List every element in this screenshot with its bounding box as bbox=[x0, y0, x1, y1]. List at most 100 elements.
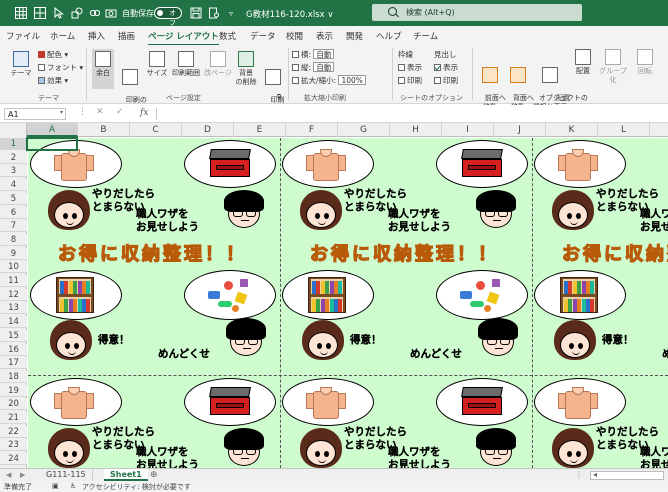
align-button[interactable]: 配置 bbox=[573, 49, 593, 76]
worksheet[interactable]: A B C D E F G H I J K L 1 2 3 4 5 6 7 8 9 10 11 12 1… bbox=[0, 123, 668, 468]
file-name[interactable]: G教材116-120.xlsx ∨ bbox=[246, 8, 334, 20]
row-header-8[interactable]: 8 bbox=[0, 233, 27, 246]
column-header-e[interactable]: E bbox=[234, 123, 286, 137]
name-box[interactable]: A1 bbox=[4, 108, 66, 120]
row-header-14[interactable]: 14 bbox=[0, 316, 27, 329]
namebox-dropdown-icon[interactable]: ▾ bbox=[60, 109, 63, 116]
add-sheet-icon[interactable]: ⊕ bbox=[150, 470, 158, 480]
page-setup-launcher-icon[interactable]: ⧉ bbox=[277, 93, 281, 101]
themes-button[interactable]: テーマ bbox=[8, 51, 34, 78]
tab-view[interactable]: 表示 bbox=[316, 30, 333, 42]
row-header-21[interactable]: 21 bbox=[0, 412, 27, 424]
row-header-22[interactable]: 22 bbox=[0, 425, 27, 438]
tab-developer[interactable]: 開発 bbox=[346, 30, 363, 42]
column-header-h[interactable]: H bbox=[390, 123, 442, 137]
scroll-left-icon[interactable]: ◂ bbox=[593, 470, 597, 479]
row-header-11[interactable]: 11 bbox=[0, 275, 27, 287]
fonts-button[interactable]: フォント ▾ bbox=[38, 62, 83, 73]
row-header-15[interactable]: 15 bbox=[0, 329, 27, 342]
group-objects-button[interactable]: グループ化 bbox=[596, 49, 630, 85]
scale-setting[interactable]: 拡大/縮小: 100% bbox=[292, 75, 366, 86]
scale-value[interactable]: 100% bbox=[338, 75, 366, 85]
search-input[interactable]: 検索 (Alt+Q) bbox=[372, 4, 582, 21]
effects-button[interactable]: 効果 ▾ bbox=[38, 75, 68, 86]
customize-qat-icon[interactable]: ▿ bbox=[224, 6, 238, 20]
cancel-icon[interactable]: ✕ bbox=[96, 107, 104, 117]
formula-input[interactable] bbox=[156, 108, 662, 120]
tab-data[interactable]: データ bbox=[250, 30, 276, 42]
row-header-16[interactable]: 16 bbox=[0, 343, 27, 356]
tab-file[interactable]: ファイル bbox=[6, 30, 40, 42]
height-setting[interactable]: 縦: 自動 bbox=[292, 62, 335, 73]
row-header-9[interactable]: 9 bbox=[0, 247, 27, 260]
row-header-17[interactable]: 17 bbox=[0, 357, 27, 370]
link-icon[interactable] bbox=[88, 6, 102, 20]
row-header-7[interactable]: 7 bbox=[0, 220, 27, 233]
cell-grid[interactable]: やりだしたら とまらない 職人ワザを お見せしよう お得に収納整理！！ 得意！ めんどく… bbox=[28, 138, 668, 468]
row-header-2[interactable]: 2 bbox=[0, 151, 27, 164]
background-button[interactable]: 背景 の削除 bbox=[233, 51, 259, 87]
column-header-b[interactable]: B bbox=[78, 123, 130, 137]
tab-insert[interactable]: 挿入 bbox=[88, 30, 105, 42]
column-header-l[interactable]: L bbox=[598, 123, 650, 137]
row-header-18[interactable]: 18 bbox=[0, 370, 27, 383]
row-header-19[interactable]: 19 bbox=[0, 384, 27, 397]
insert-function-icon[interactable]: fx bbox=[140, 108, 148, 118]
column-header-g[interactable]: G bbox=[338, 123, 390, 137]
shapes-icon[interactable] bbox=[70, 6, 84, 20]
print-area-button[interactable]: 印刷範囲 bbox=[170, 51, 202, 78]
column-header-c[interactable]: C bbox=[130, 123, 182, 137]
row-header-12[interactable]: 12 bbox=[0, 288, 27, 301]
sheet-tab-g111-115[interactable]: G111-115 bbox=[40, 469, 93, 481]
height-value[interactable]: 自動 bbox=[313, 62, 335, 72]
enter-icon[interactable]: ✓ bbox=[116, 107, 124, 117]
tab-help[interactable]: ヘルプ bbox=[376, 30, 402, 42]
sheet-tab-sheet1[interactable]: Sheet1 bbox=[104, 469, 148, 481]
tab-home[interactable]: ホーム bbox=[50, 30, 75, 42]
colors-button[interactable]: 配色 ▾ bbox=[38, 49, 68, 60]
accessibility-icon[interactable]: ♿ bbox=[70, 482, 76, 490]
tab-split-icon[interactable]: ⋮ bbox=[575, 470, 583, 479]
row-header-13[interactable]: 13 bbox=[0, 302, 27, 315]
macro-record-icon[interactable]: ▣ bbox=[52, 482, 59, 490]
width-value[interactable]: 自動 bbox=[313, 49, 335, 59]
column-header-i[interactable]: I bbox=[442, 123, 494, 137]
width-setting[interactable]: 横: 自動 bbox=[292, 49, 335, 60]
column-header-f[interactable]: F bbox=[286, 123, 338, 137]
pointer-icon[interactable] bbox=[52, 6, 66, 20]
gridlines-print-checkbox[interactable]: 印刷 bbox=[398, 75, 422, 86]
row-header-24[interactable]: 24 bbox=[0, 453, 27, 466]
row-header-10[interactable]: 10 bbox=[0, 261, 27, 274]
tab-page-layout[interactable]: ページ レイアウト bbox=[148, 30, 219, 46]
horizontal-scrollbar[interactable]: ◂ bbox=[590, 470, 664, 480]
selected-cell[interactable] bbox=[26, 137, 78, 151]
row-header-1[interactable]: 1 bbox=[0, 138, 27, 150]
row-header-20[interactable]: 20 bbox=[0, 398, 27, 411]
save-icon[interactable] bbox=[189, 6, 203, 20]
column-header-j[interactable]: J bbox=[494, 123, 546, 137]
column-header-k[interactable]: K bbox=[546, 123, 598, 137]
gridlines-view-checkbox[interactable]: 表示 bbox=[398, 62, 422, 73]
accessibility-status[interactable]: アクセシビリティ: 検討が必要です bbox=[82, 482, 191, 492]
headings-view-checkbox[interactable]: 表示 bbox=[434, 62, 458, 73]
headings-print-checkbox[interactable]: 印刷 bbox=[434, 75, 458, 86]
row-header-3[interactable]: 3 bbox=[0, 165, 27, 178]
row-header-5[interactable]: 5 bbox=[0, 192, 27, 205]
row-header-4[interactable]: 4 bbox=[0, 179, 27, 192]
row-header-23[interactable]: 23 bbox=[0, 439, 27, 452]
row-header-6[interactable]: 6 bbox=[0, 206, 27, 219]
tab-draw[interactable]: 描画 bbox=[118, 30, 135, 42]
column-header-a[interactable]: A bbox=[27, 123, 78, 137]
column-header-d[interactable]: D bbox=[182, 123, 234, 137]
rotate-button[interactable]: 回転 bbox=[634, 49, 656, 76]
print-preview-icon[interactable] bbox=[207, 6, 221, 20]
tab-team[interactable]: チーム bbox=[413, 30, 438, 42]
table-icon[interactable] bbox=[33, 6, 47, 20]
next-sheet-icon[interactable]: ▶ bbox=[20, 471, 25, 479]
app-grid-icon[interactable] bbox=[14, 6, 28, 20]
breaks-button[interactable]: 改ページ bbox=[204, 51, 232, 78]
prev-sheet-icon[interactable]: ◀ bbox=[6, 471, 11, 479]
camera-icon[interactable] bbox=[104, 6, 118, 20]
tab-formulas[interactable]: 数式 bbox=[219, 30, 236, 42]
size-button[interactable]: サイズ bbox=[145, 51, 169, 78]
